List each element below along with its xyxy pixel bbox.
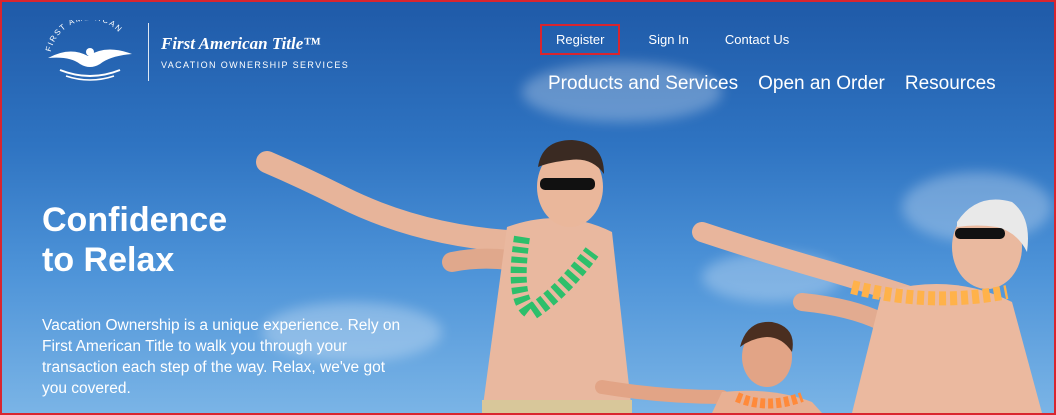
- arm: [595, 380, 729, 404]
- hero-title-line2: to Relax: [42, 241, 175, 279]
- nav-open-an-order[interactable]: Open an Order: [758, 73, 885, 95]
- brand-logo[interactable]: FIRST AMERICAN First American Title™ VAC…: [40, 20, 349, 84]
- logo-divider: [148, 23, 149, 81]
- torso: [712, 390, 822, 413]
- contact-us-link[interactable]: Contact Us: [707, 24, 807, 55]
- hero-title-line1: Confidence: [42, 201, 228, 239]
- sign-in-link[interactable]: Sign In: [630, 24, 706, 55]
- hero-title: Confidence to Relax: [42, 200, 342, 280]
- page-frame: FIRST AMERICAN First American Title™ VAC…: [0, 0, 1056, 415]
- hero-body: Vacation Ownership is a unique experienc…: [42, 317, 401, 397]
- sunglasses-icon: [955, 228, 1005, 239]
- brand-text: First American Title™ VACATION OWNERSHIP…: [161, 34, 349, 70]
- arm: [793, 293, 891, 331]
- brand-tagline: VACATION OWNERSHIP SERVICES: [161, 60, 350, 70]
- svg-text:FIRST AMERICAN: FIRST AMERICAN: [44, 20, 125, 53]
- torso: [852, 284, 1042, 413]
- register-link[interactable]: Register: [540, 24, 621, 55]
- nav-products-and-services[interactable]: Products and Services: [548, 73, 738, 95]
- main-nav: Products and Services Open an Order Reso…: [548, 73, 996, 95]
- sunglasses-icon: [540, 178, 595, 190]
- eagle-seal-icon: FIRST AMERICAN: [44, 20, 132, 81]
- shorts: [482, 400, 632, 413]
- brand-name: First American Title™: [161, 34, 321, 53]
- utility-nav: Register Sign In Contact Us: [540, 24, 807, 55]
- nav-resources[interactable]: Resources: [905, 73, 996, 95]
